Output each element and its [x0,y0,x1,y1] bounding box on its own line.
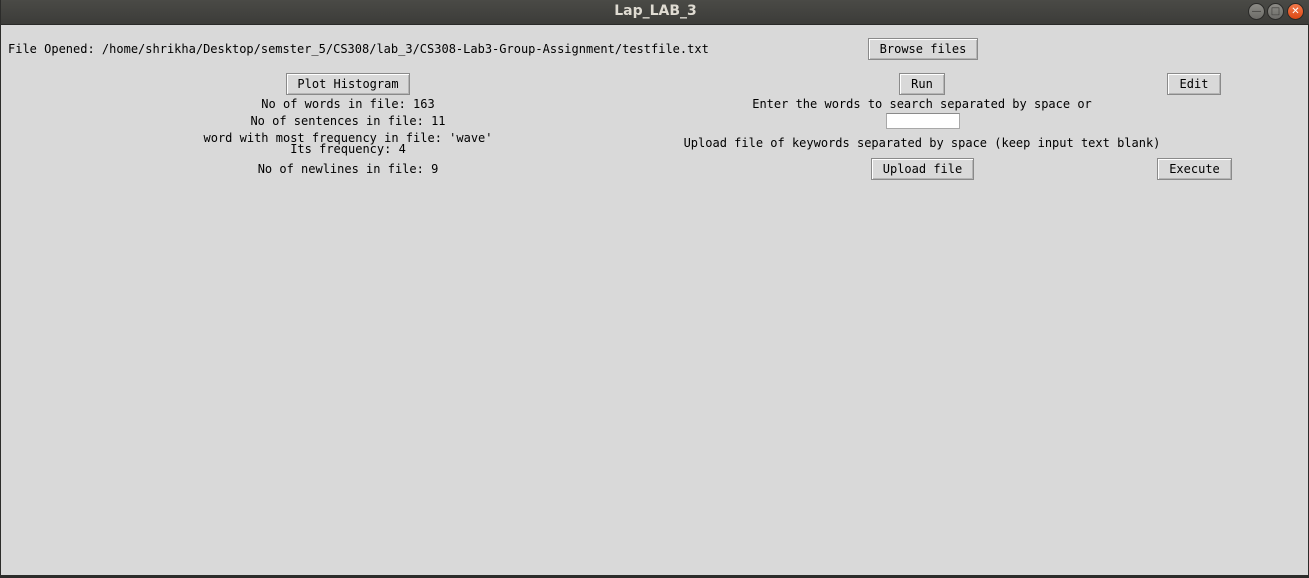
execute-button[interactable]: Execute [1157,158,1232,180]
minimize-icon[interactable]: — [1248,3,1265,20]
edit-button[interactable]: Edit [1167,73,1221,95]
search-words-input[interactable] [886,113,960,129]
close-icon[interactable]: ✕ [1287,3,1304,20]
word-count-label: No of words in file: 163 [261,97,435,111]
sentence-count-label: No of sentences in file: 11 [250,114,446,128]
run-button[interactable]: Run [899,73,945,95]
plot-histogram-button[interactable]: Plot Histogram [286,73,410,95]
upload-file-button[interactable]: Upload file [871,158,974,180]
file-opened-label: File Opened: /home/shrikha/Desktop/semst… [8,42,709,56]
window-title: Lap_LAB_3 [614,3,697,19]
main-content: File Opened: /home/shrikha/Desktop/semst… [1,26,1308,575]
title-bar[interactable]: Lap_LAB_3 — □ ✕ [1,0,1309,25]
app-window: Lap_LAB_3 — □ ✕ File Opened: /home/shrik… [0,0,1309,578]
maximize-icon[interactable]: □ [1267,3,1284,20]
browse-files-button[interactable]: Browse files [868,38,978,60]
newline-count-label: No of newlines in file: 9 [257,162,439,176]
search-prompt-label: Enter the words to search separated by s… [752,97,1092,111]
frequency-label: Its frequency: 4 [290,142,406,156]
upload-prompt-label: Upload file of keywords separated by spa… [683,136,1161,150]
